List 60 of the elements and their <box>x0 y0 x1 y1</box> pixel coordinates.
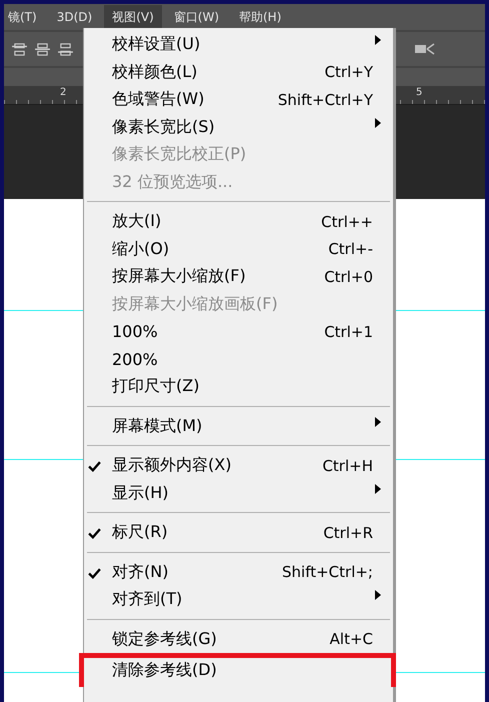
menu-item[interactable]: 100% Ctrl+1 <box>84 318 393 346</box>
menu-item-label: 放大(I) <box>112 211 162 232</box>
menu-item[interactable]: 对齐(N) Shift+Ctrl+; <box>84 558 393 586</box>
menu-item[interactable]: 显示(H) <box>84 480 393 507</box>
menu-item[interactable]: 色域警告(W) Shift+Ctrl+Y <box>84 86 393 114</box>
menu-item[interactable]: 放大(I) Ctrl++ <box>84 208 393 236</box>
menu-bar-item[interactable]: 帮助(H) <box>231 4 290 30</box>
menu-item[interactable]: 校样设置(U) <box>84 31 393 58</box>
menu-item-label: 32 位预览选项... <box>112 172 233 193</box>
shortcut-label: Ctrl++ <box>321 212 373 231</box>
shortcut-label: Ctrl+H <box>322 456 373 475</box>
menu-item[interactable]: 缩小(O) Ctrl+- <box>84 236 393 263</box>
ruler-label: 2 <box>60 87 66 98</box>
menu-item[interactable]: 200% <box>84 346 393 373</box>
menu-item-label: 像素长宽比校正(P) <box>112 144 246 166</box>
menu-item-label: 200% <box>112 350 158 369</box>
ruler-label: 5 <box>416 87 422 98</box>
shortcut-label: Ctrl+0 <box>324 268 373 286</box>
shortcut-label: Shift+Ctrl+; <box>282 563 373 582</box>
menu-item[interactable]: 按屏幕大小缩放(F) Ctrl+0 <box>84 263 393 290</box>
shortcut-label: Ctrl+1 <box>324 322 373 341</box>
menu-bar-item[interactable]: 3D(D) <box>48 6 100 28</box>
menu-item-label: 显示额外内容(X) <box>112 455 232 476</box>
video-camera-icon[interactable] <box>415 43 435 55</box>
menu-bar-item[interactable]: 镜(T) <box>0 4 45 30</box>
menu-item[interactable]: 清除参考线(D) <box>79 653 396 687</box>
menu-item-label: 色域警告(W) <box>112 89 204 110</box>
menu-item-label: 校样设置(U) <box>112 34 200 56</box>
menu-item-label: 屏幕模式(M) <box>112 416 202 437</box>
shortcut-label: Shift+Ctrl+Y <box>278 90 373 109</box>
menu-item[interactable]: 打印尺寸(Z) <box>84 373 393 400</box>
menu-item-label: 100% <box>112 322 158 342</box>
shortcut-label: Alt+C <box>330 630 373 648</box>
shortcut-label: Ctrl+R <box>323 524 373 542</box>
menu-item-label: 标尺(R) <box>112 522 168 544</box>
menu-item[interactable]: 像素长宽比(S) <box>84 114 393 141</box>
menu-item-label: 缩小(O) <box>112 238 170 260</box>
menu-item-label: 按屏幕大小缩放(F) <box>112 266 246 288</box>
menu-item-label: 清除参考线(D) <box>112 660 217 681</box>
shortcut-label: Ctrl+- <box>328 240 373 258</box>
align-icon[interactable] <box>35 42 50 56</box>
menu-item[interactable]: 锁定参考线(G) Alt+C <box>84 626 393 653</box>
menu-item-label: 对齐(N) <box>112 562 168 583</box>
menu-item[interactable]: 标尺(R) Ctrl+R <box>84 519 393 546</box>
menu-bar-item[interactable]: 窗口(W) <box>166 4 227 30</box>
menu-item[interactable]: 显示额外内容(X) Ctrl+H <box>84 452 393 480</box>
menu-item[interactable]: 对齐到(T) <box>84 586 393 614</box>
menu-item[interactable]: 校样颜色(L) Ctrl+Y <box>84 58 393 86</box>
menu-item-label: 校样颜色(L) <box>112 62 198 83</box>
menu-item-label: 按屏幕大小缩放画板(F) <box>112 294 278 315</box>
menu-item-label: 打印尺寸(Z) <box>112 376 200 398</box>
menu-item[interactable]: 屏幕模式(M) <box>84 412 393 440</box>
menu-item-label: 锁定参考线(G) <box>112 628 217 650</box>
align-icon[interactable] <box>12 42 27 56</box>
shortcut-label: Ctrl+Y <box>324 63 373 82</box>
menu-bar-item[interactable]: 视图(V) <box>104 4 162 30</box>
align-icon[interactable] <box>58 42 73 56</box>
menu-item-label: 像素长宽比(S) <box>112 116 215 138</box>
menu-item-label: 显示(H) <box>112 482 169 504</box>
menu-item-label: 对齐到(T) <box>112 589 182 610</box>
